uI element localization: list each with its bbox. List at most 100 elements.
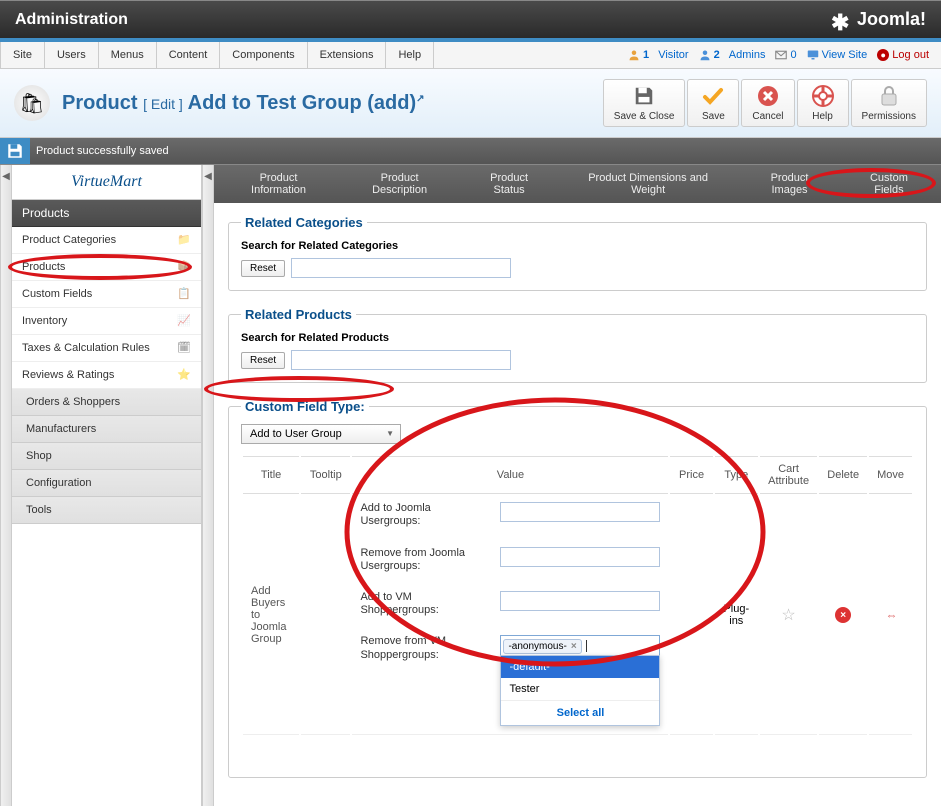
menu-menus[interactable]: Menus	[99, 42, 157, 68]
admins-link[interactable]: 2 Admins	[699, 49, 766, 61]
lock-icon	[879, 84, 899, 108]
header-title: Administration	[15, 11, 128, 29]
user-icon	[628, 49, 640, 61]
admin-header: Administration Joomla!	[0, 0, 941, 38]
sidebar-item-product-categories[interactable]: Product Categories📁	[12, 227, 201, 254]
sidebar-sub-orders[interactable]: Orders & Shoppers	[12, 389, 201, 416]
sidebar-toggle-right[interactable]: ◀	[202, 165, 214, 806]
related-categories-search-input[interactable]	[291, 258, 511, 278]
floppy-icon	[633, 84, 655, 108]
sidebar-sub-configuration[interactable]: Configuration	[12, 470, 201, 497]
tag-remove-icon[interactable]: ×	[571, 641, 577, 652]
menu-users[interactable]: Users	[45, 42, 99, 68]
remove-vm-input[interactable]: -anonymous- ×	[500, 635, 660, 657]
col-price: Price	[670, 456, 712, 494]
tab-product-information[interactable]: Product Information	[218, 165, 339, 203]
add-vm-input[interactable]	[500, 591, 660, 611]
tab-bar: Product Information Product Description …	[214, 165, 941, 203]
joomla-icon	[831, 10, 851, 30]
tag-anonymous: -anonymous- ×	[503, 639, 581, 654]
help-button[interactable]: Help	[797, 79, 849, 127]
tab-product-dimensions[interactable]: Product Dimensions and Weight	[558, 165, 738, 203]
logout-icon: ●	[877, 49, 889, 61]
virtuemart-logo: VirtueMart	[12, 165, 201, 200]
col-cart-attr: Cart Attribute	[760, 456, 817, 494]
related-categories-legend: Related Categories	[241, 215, 367, 230]
menu-extensions[interactable]: Extensions	[308, 42, 387, 68]
related-products-label: Search for Related Products	[241, 332, 914, 344]
related-categories-fieldset: Related Categories Search for Related Ca…	[228, 215, 927, 291]
row-delete: ×	[819, 496, 867, 735]
row-type: Plug-ins	[715, 496, 758, 735]
messages-link[interactable]: 0	[775, 49, 796, 61]
view-site-link[interactable]: View Site	[807, 49, 868, 61]
sidebar-item-taxes[interactable]: Taxes & Calculation Rules🗓	[12, 335, 201, 362]
related-products-fieldset: Related Products Search for Related Prod…	[228, 307, 927, 383]
delete-icon[interactable]: ×	[835, 607, 851, 623]
sidebar-item-reviews[interactable]: Reviews & Ratings⭐	[12, 362, 201, 389]
combo-option-default[interactable]: -default-	[501, 656, 659, 678]
related-products-legend: Related Products	[241, 307, 356, 322]
add-vm-label: Add to VM Shoppergroups:	[360, 591, 488, 617]
col-value: Value	[352, 456, 668, 494]
related-categories-reset-button[interactable]: Reset	[241, 260, 285, 277]
related-products-search-input[interactable]	[291, 350, 511, 370]
row-title: Add Buyers to Joomla Group	[243, 496, 299, 735]
move-icon[interactable]: ⇔	[886, 608, 896, 622]
tab-product-status[interactable]: Product Status	[460, 165, 558, 203]
menu-components[interactable]: Components	[220, 42, 307, 68]
chart-icon: 📈	[177, 314, 191, 328]
tab-custom-fields[interactable]: Custom Fields	[841, 165, 937, 203]
save-close-button[interactable]: Save & Close	[603, 79, 686, 127]
external-icon[interactable]: ↗	[416, 93, 424, 104]
toolbar: Save & Close Save Cancel Help Permission…	[603, 79, 927, 127]
lifebuoy-icon	[812, 84, 834, 108]
content-area: Related Categories Search for Related Ca…	[214, 203, 941, 806]
custom-fields-table: Title Tooltip Value Price Type Cart Attr…	[241, 454, 914, 737]
main-layout: ◀ VirtueMart Products Product Categories…	[0, 165, 941, 806]
box-icon: 📦	[177, 260, 191, 274]
sidebar-sub-shop[interactable]: Shop	[12, 443, 201, 470]
tab-product-images[interactable]: Product Images	[738, 165, 841, 203]
col-title: Title	[243, 456, 299, 494]
mail-icon	[775, 49, 787, 61]
col-type: Type	[715, 456, 758, 494]
logout-link[interactable]: ● Log out	[877, 49, 929, 61]
combo-select-all[interactable]: Select all	[501, 700, 659, 725]
menu-content[interactable]: Content	[157, 42, 221, 68]
check-icon	[701, 84, 725, 108]
related-products-reset-button[interactable]: Reset	[241, 352, 285, 369]
sidebar-toggle-left[interactable]: ◀	[0, 165, 12, 806]
combo-option-tester[interactable]: Tester	[501, 678, 659, 700]
save-success-icon	[0, 138, 30, 164]
menu-site[interactable]: Site	[0, 42, 45, 68]
folder-icon: 📁	[177, 233, 191, 247]
calc-icon: 🗓	[177, 341, 191, 355]
cancel-button[interactable]: Cancel	[741, 79, 794, 127]
star-outline-icon[interactable]: ☆	[781, 607, 795, 624]
row-cart-attr: ☆	[760, 496, 817, 735]
permissions-button[interactable]: Permissions	[851, 79, 927, 127]
remove-joomla-input[interactable]	[500, 547, 660, 567]
row-price	[670, 496, 712, 735]
admin-icon	[699, 49, 711, 61]
remove-vm-label: Remove from VM Shoppergroups:	[360, 635, 488, 661]
sidebar-item-products[interactable]: Products📦	[12, 254, 201, 281]
visitors-link[interactable]: 1 Visitor	[628, 49, 689, 61]
custom-field-type-dropdown[interactable]: Add to User Group	[241, 424, 401, 444]
combo-dropdown: -default- Tester Select all	[500, 655, 660, 726]
tab-product-description[interactable]: Product Description	[339, 165, 460, 203]
sidebar-sub-tools[interactable]: Tools	[12, 497, 201, 524]
sidebar-sub-manufacturers[interactable]: Manufacturers	[12, 416, 201, 443]
add-joomla-input[interactable]	[500, 502, 660, 522]
col-move: Move	[869, 456, 912, 494]
custom-field-type-fieldset: Custom Field Type: Add to User Group Tit…	[228, 399, 927, 778]
top-bar: Site Users Menus Content Components Exte…	[0, 38, 941, 69]
sidebar-item-custom-fields[interactable]: Custom Fields📋	[12, 281, 201, 308]
sidebar-item-inventory[interactable]: Inventory📈	[12, 308, 201, 335]
product-icon: 🛍	[14, 85, 50, 121]
save-button[interactable]: Save	[687, 79, 739, 127]
main-panel: Product Information Product Description …	[214, 165, 941, 806]
menu-help[interactable]: Help	[386, 42, 434, 68]
custom-field-row: Add Buyers to Joomla Group Add to Joomla…	[243, 496, 912, 735]
